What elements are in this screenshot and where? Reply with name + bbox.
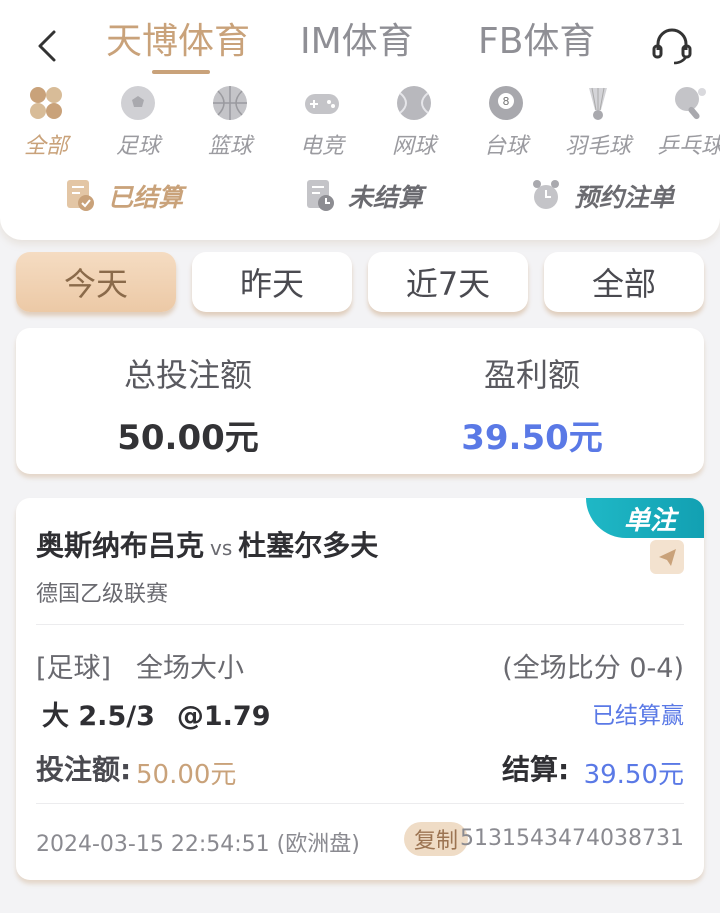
- divider: [36, 803, 684, 804]
- copy-button[interactable]: 复制: [404, 822, 468, 856]
- settled-doc-icon: [67, 180, 94, 211]
- share-icon[interactable]: [650, 540, 684, 574]
- customer-service-icon[interactable]: [650, 26, 694, 66]
- date-filter-row: 今天 昨天 近7天 全部: [0, 252, 720, 316]
- sport-item-pingpong[interactable]: 乒乓球: [644, 82, 720, 159]
- odds-value: @1.79: [176, 701, 271, 732]
- full-time-score: (全场比分 0-4): [502, 653, 684, 684]
- bet-time: 2024-03-15 22:54:51 (欧洲盘): [36, 832, 360, 857]
- sport-item-badminton[interactable]: 羽毛球: [552, 82, 644, 159]
- tab-im[interactable]: IM体育: [300, 12, 414, 64]
- sport-label: 台球: [483, 134, 528, 159]
- status-unsettled[interactable]: 未结算: [304, 174, 444, 218]
- sport-label: 全部: [23, 134, 68, 159]
- filter-today[interactable]: 今天: [16, 252, 176, 312]
- summary-card: 总投注额 50.00元 盈利额 39.50元: [16, 328, 704, 474]
- sport-label: 电竞: [299, 134, 344, 159]
- bet-selection: 大 2.5/3 @1.79: [42, 694, 271, 733]
- tab-fb[interactable]: FB体育: [478, 12, 595, 64]
- total-bet-block: 总投注额 50.00元: [16, 350, 360, 459]
- platform-tabs: 天博体育 IM体育 FB体育: [0, 8, 720, 74]
- profit-label: 盈利额: [483, 356, 580, 394]
- tennis-ball-icon: [397, 86, 431, 120]
- home-team: 奥斯纳布吕克: [36, 529, 205, 562]
- sport-item-basketball[interactable]: 篮球: [184, 82, 276, 159]
- clover-icon: [30, 87, 62, 119]
- shuttlecock-icon: [589, 87, 607, 120]
- bet-card[interactable]: 单注 奥斯纳布吕克 vs 杜塞尔多夫 德国乙级联赛 [足球] 全场大小 (全场比分 …: [16, 498, 704, 880]
- status-label: 未结算: [348, 183, 424, 212]
- match-title: 奥斯纳布吕克 vs 杜塞尔多夫: [36, 524, 378, 564]
- settlement-status-row: 已结算 未结算 预约注单: [0, 174, 720, 218]
- status-reserved[interactable]: 预约注单: [530, 174, 700, 218]
- alarm-clock-icon: [533, 180, 559, 209]
- basketball-icon: [213, 86, 247, 120]
- sport-item-all[interactable]: 全部: [0, 82, 92, 159]
- sport-label: 足球: [115, 134, 160, 159]
- header-card: 天博体育 IM体育 FB体育 全部 足球 篮球 电竞 网球 8 台球 羽毛球 乒…: [0, 0, 720, 240]
- status-settled[interactable]: 已结算: [64, 174, 204, 218]
- league-name: 德国乙级联赛: [36, 582, 169, 607]
- svg-text:8: 8: [503, 95, 510, 108]
- unsettled-doc-icon: [307, 180, 334, 211]
- total-bet-value: 50.00元: [117, 418, 259, 458]
- profit-block: 盈利额 39.50元: [360, 350, 704, 459]
- sport-label: 网球: [391, 134, 436, 159]
- status-label: 预约注单: [574, 183, 675, 212]
- order-id: 5131543474038731: [460, 826, 684, 851]
- settle-value: 39.50元: [583, 760, 684, 790]
- filter-yesterday[interactable]: 昨天: [192, 252, 352, 312]
- sport-label: 篮球: [207, 134, 252, 159]
- sport-tag: [足球]: [36, 653, 112, 684]
- selection-text: 大 2.5/3: [42, 701, 155, 732]
- sport-item-tennis[interactable]: 网球: [368, 82, 460, 159]
- profit-value: 39.50元: [461, 418, 603, 458]
- gamepad-icon: [305, 94, 339, 114]
- sport-item-soccer[interactable]: 足球: [92, 82, 184, 159]
- vs-label: vs: [210, 536, 233, 560]
- total-bet-label: 总投注额: [123, 356, 252, 394]
- filter-all[interactable]: 全部: [544, 252, 704, 312]
- away-team: 杜塞尔多夫: [238, 529, 379, 562]
- ping-pong-icon: [675, 87, 706, 120]
- settle-label: 结算:: [502, 753, 570, 786]
- stake-value: 50.00元: [136, 760, 237, 790]
- soccer-ball-icon: [121, 86, 155, 120]
- stake-label: 投注额:: [36, 753, 132, 786]
- sport-label: 羽毛球: [564, 134, 631, 159]
- divider: [36, 624, 684, 625]
- active-tab-indicator: [152, 70, 210, 74]
- billiard-ball-icon: 8: [489, 86, 523, 120]
- result-status: 已结算赢: [592, 703, 684, 729]
- filter-7days[interactable]: 近7天: [368, 252, 528, 312]
- sport-category-row: 全部 足球 篮球 电竞 网球 8 台球 羽毛球 乒乓球: [0, 82, 720, 159]
- market-type: 全场大小: [136, 653, 244, 684]
- sport-item-esports[interactable]: 电竞: [276, 82, 368, 159]
- tab-tianbo[interactable]: 天博体育: [106, 12, 250, 64]
- sport-label: 乒乓球: [656, 134, 720, 159]
- status-label: 已结算: [108, 183, 184, 212]
- sport-item-billiards[interactable]: 8 台球: [460, 82, 552, 159]
- single-bet-badge: 单注: [586, 498, 704, 538]
